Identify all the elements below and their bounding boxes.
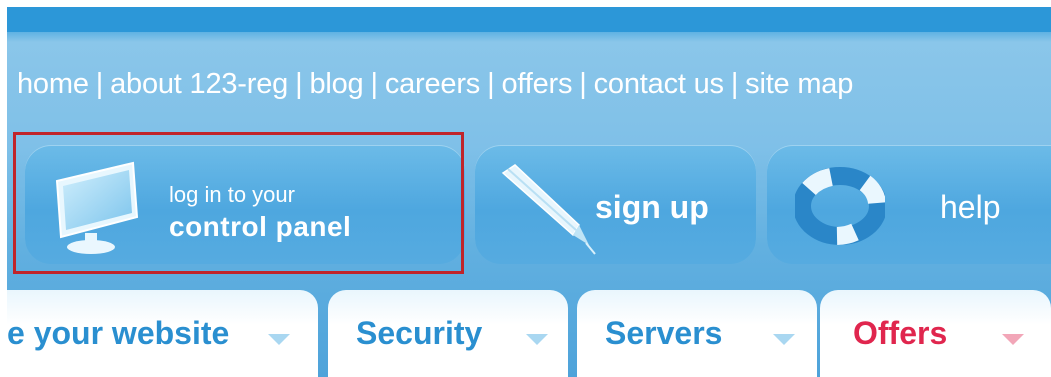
tab-label: Servers xyxy=(605,315,723,351)
highlight-box xyxy=(13,132,464,274)
tab-label: Security xyxy=(356,315,483,351)
nav-link-about[interactable]: about 123-reg xyxy=(110,68,288,100)
help-label: help xyxy=(940,189,1001,225)
nav-link-blog[interactable]: blog xyxy=(309,68,363,100)
nav-separator: | xyxy=(487,67,495,100)
top-navigation: home | about 123-reg | blog | careers | offers | c… xyxy=(17,67,853,107)
sign-up-label: sign up xyxy=(595,189,709,225)
lifebuoy-icon xyxy=(795,167,885,245)
nav-separator: | xyxy=(370,67,378,100)
tab-offers[interactable]: Offers xyxy=(820,290,1051,377)
tab-label: e your website xyxy=(7,315,230,351)
nav-link-careers[interactable]: careers xyxy=(385,68,481,100)
top-bar xyxy=(7,7,1051,32)
nav-separator: | xyxy=(730,67,739,100)
chevron-down-icon xyxy=(1002,334,1024,345)
nav-link-offers[interactable]: offers xyxy=(501,68,572,100)
site-header: home | about 123-reg | blog | careers | offers | c… xyxy=(7,7,1051,377)
chevron-down-icon xyxy=(268,334,290,345)
chevron-down-icon xyxy=(773,334,795,345)
tab-your-website[interactable]: e your website xyxy=(7,290,318,377)
nav-link-site-map[interactable]: site map xyxy=(745,68,853,100)
nav-separator: | xyxy=(95,67,104,100)
nav-link-home[interactable]: home xyxy=(17,68,89,100)
nav-separator: | xyxy=(295,67,303,100)
sign-up-button[interactable]: sign up xyxy=(475,145,756,264)
nav-link-contact[interactable]: contact us xyxy=(594,68,724,100)
pencil-icon xyxy=(501,164,596,255)
tab-servers[interactable]: Servers xyxy=(577,290,817,377)
chevron-down-icon xyxy=(526,334,548,345)
tab-security[interactable]: Security xyxy=(328,290,568,377)
nav-separator: | xyxy=(579,67,587,100)
help-button[interactable]: help xyxy=(767,145,1051,264)
tab-label: Offers xyxy=(853,315,948,351)
